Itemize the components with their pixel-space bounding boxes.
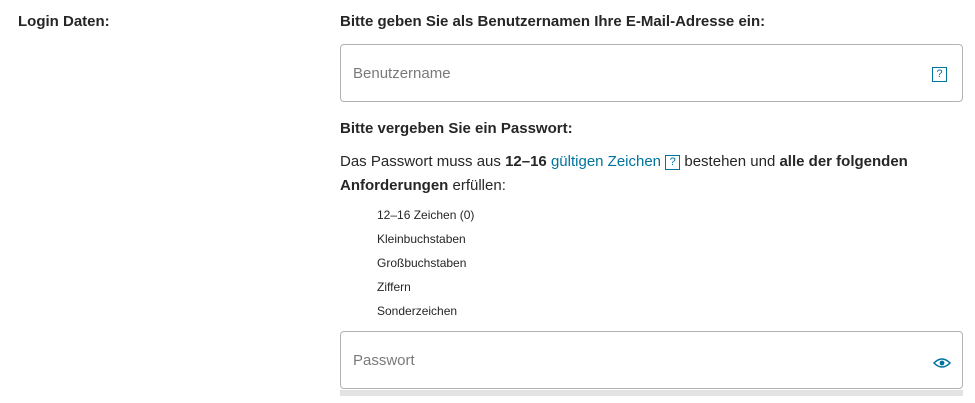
username-heading: Bitte geben Sie als Benutzernamen Ihre E…	[340, 13, 766, 30]
valid-characters-help-icon[interactable]: ?	[665, 155, 681, 170]
desc-text-1: Das Passwort muss aus	[340, 153, 506, 170]
requirement-digits: Ziffern	[377, 280, 411, 294]
requirement-length: 12–16 Zeichen (0)	[377, 208, 475, 222]
requirement-uppercase: Großbuchstaben	[377, 256, 467, 270]
password-heading: Bitte vergeben Sie ein Passwort:	[340, 120, 573, 137]
requirement-lowercase: Kleinbuchstaben	[377, 232, 466, 246]
desc-length: 12–16	[505, 153, 547, 170]
field-shadow	[340, 390, 963, 396]
login-data-label: Login Daten:	[18, 13, 110, 30]
username-help-icon[interactable]: ?	[932, 67, 947, 82]
username-field[interactable]: ?	[340, 44, 963, 102]
username-input[interactable]	[353, 45, 913, 101]
requirement-special: Sonderzeichen	[377, 304, 458, 318]
password-input[interactable]	[353, 332, 913, 388]
valid-characters-link[interactable]: gültigen Zeichen	[551, 153, 661, 170]
password-requirements-text: Das Passwort muss aus 12–16 gültigen Zei…	[340, 150, 955, 198]
password-field[interactable]	[340, 331, 963, 389]
desc-text-2: bestehen und	[680, 153, 780, 170]
requirements-list: 12–16 Zeichen (0) Kleinbuchstaben Großbu…	[377, 203, 474, 323]
show-password-eye-icon[interactable]	[932, 356, 952, 374]
desc-text-3: erfüllen:	[448, 177, 506, 194]
